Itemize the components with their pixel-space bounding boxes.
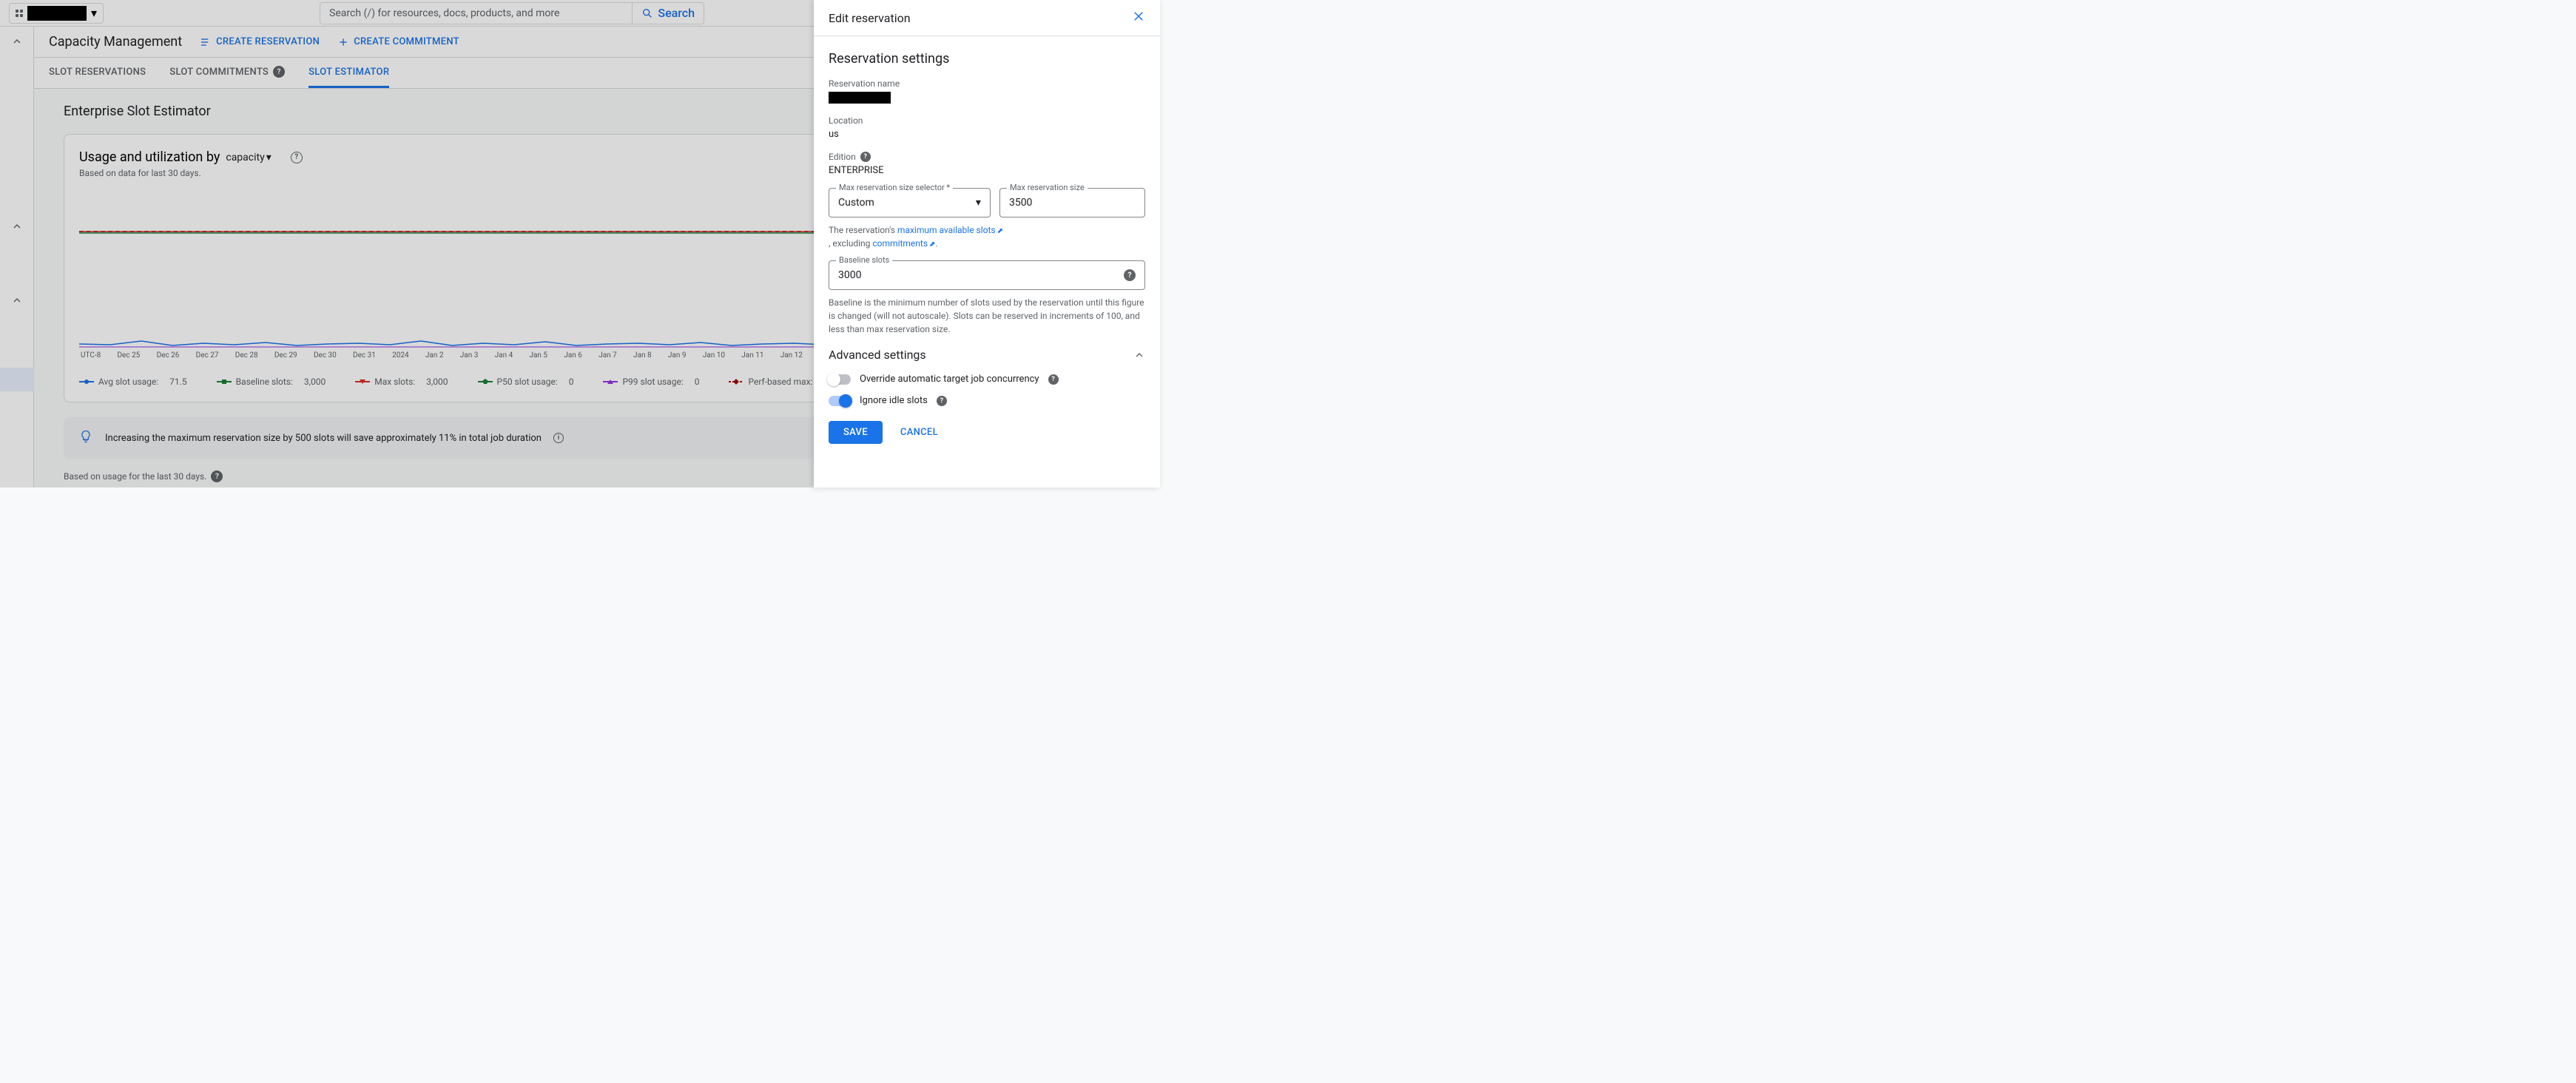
edition-label: Edition bbox=[829, 152, 856, 162]
override-concurrency-row: Override automatic target job concurrenc… bbox=[829, 374, 1145, 385]
max-size-selector-label: Max reservation size selector * bbox=[836, 183, 953, 192]
baseline-helper: Baseline is the minimum number of slots … bbox=[829, 296, 1145, 336]
external-link-icon: ⬈ bbox=[997, 227, 1003, 235]
location-value: us bbox=[829, 129, 1145, 140]
reservation-settings-title: Reservation settings bbox=[829, 51, 1145, 67]
reservation-name-label: Reservation name bbox=[829, 78, 1145, 89]
commitments-link[interactable]: commitments⬈ bbox=[872, 238, 935, 249]
reservation-name-redacted bbox=[829, 92, 891, 104]
override-concurrency-label: Override automatic target job concurrenc… bbox=[860, 374, 1039, 385]
override-concurrency-toggle[interactable] bbox=[829, 374, 851, 385]
help-icon[interactable]: ? bbox=[937, 396, 947, 406]
chevron-down-icon: ▾ bbox=[976, 197, 981, 209]
max-size-value: 3500 bbox=[1009, 197, 1032, 209]
close-button[interactable] bbox=[1132, 9, 1145, 27]
panel-actions: SAVE CANCEL bbox=[829, 421, 1145, 444]
max-size-field[interactable]: Max reservation size 3500 bbox=[999, 188, 1145, 217]
advanced-settings-toggle[interactable]: Advanced settings bbox=[829, 348, 1145, 362]
max-size-helper: The reservation's maximum available slot… bbox=[829, 223, 1145, 250]
panel-header: Edit reservation bbox=[814, 0, 1160, 36]
max-available-link[interactable]: maximum available slots⬈ bbox=[897, 225, 1003, 235]
ignore-idle-toggle[interactable] bbox=[829, 396, 851, 406]
save-button[interactable]: SAVE bbox=[829, 421, 883, 444]
baseline-value: 3000 bbox=[838, 269, 861, 281]
edit-reservation-panel: Edit reservation Reservation settings Re… bbox=[814, 0, 1160, 487]
baseline-label: Baseline slots bbox=[836, 255, 892, 265]
edition-value: ENTERPRISE bbox=[829, 165, 1145, 176]
help-icon[interactable]: ? bbox=[860, 152, 871, 162]
chevron-up-icon bbox=[1133, 349, 1145, 361]
max-size-selector-value: Custom bbox=[838, 197, 874, 209]
help-icon[interactable]: ? bbox=[1124, 269, 1136, 281]
baseline-slots-field[interactable]: Baseline slots 3000 ? bbox=[829, 260, 1145, 290]
ignore-idle-label: Ignore idle slots bbox=[860, 395, 928, 406]
close-icon bbox=[1132, 10, 1145, 23]
advanced-settings-title: Advanced settings bbox=[829, 348, 926, 362]
ignore-idle-row: Ignore idle slots ? bbox=[829, 395, 1145, 406]
location-label: Location bbox=[829, 115, 1145, 126]
help-icon[interactable]: ? bbox=[1048, 374, 1059, 385]
panel-title: Edit reservation bbox=[829, 11, 911, 25]
max-size-selector-field[interactable]: Max reservation size selector * Custom ▾ bbox=[829, 188, 991, 217]
cancel-button[interactable]: CANCEL bbox=[891, 421, 947, 444]
max-size-label: Max reservation size bbox=[1007, 183, 1088, 192]
panel-body: Reservation settings Reservation name Lo… bbox=[814, 36, 1160, 487]
